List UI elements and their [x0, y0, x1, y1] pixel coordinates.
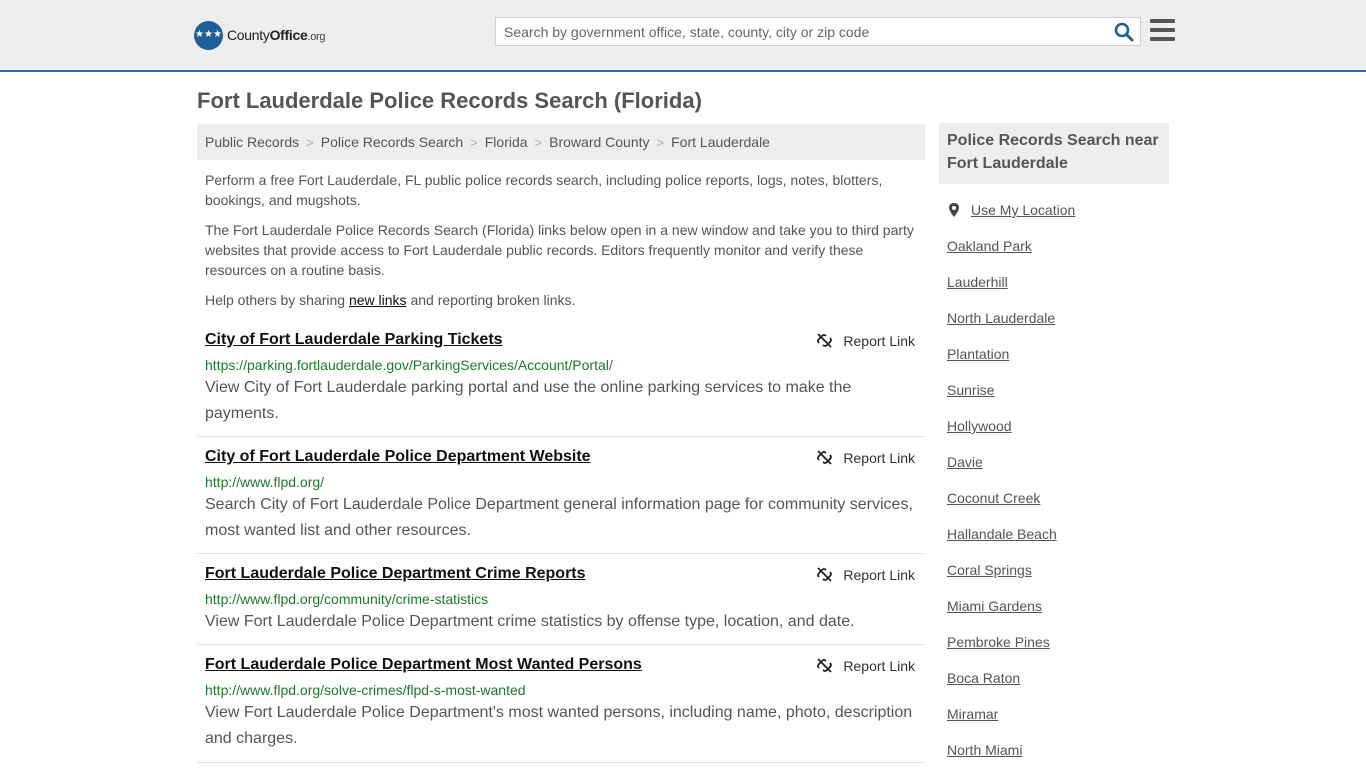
report-link-button[interactable]: Report Link [816, 332, 915, 349]
result-title-link[interactable]: Fort Lauderdale Police Department Crime … [205, 565, 586, 583]
sidebar-city-link[interactable]: North Lauderdale [947, 310, 1055, 326]
report-link-label: Report Link [843, 332, 915, 349]
result-description: View City of Fort Lauderdale parking por… [205, 379, 852, 422]
sidebar-city-link[interactable]: Lauderhill [947, 274, 1008, 290]
breadcrumb: Public Records > Police Records Search >… [197, 124, 925, 160]
report-link-button[interactable]: Report Link [816, 566, 915, 583]
breadcrumb-separator: > [534, 134, 543, 150]
broken-link-icon [817, 658, 833, 673]
sidebar-city-link[interactable]: Hollywood [947, 418, 1012, 434]
sidebar-city-link[interactable]: Plantation [947, 346, 1009, 362]
sidebar-city-link[interactable]: Oakland Park [947, 238, 1032, 254]
breadcrumb-police-records-search[interactable]: Police Records Search [321, 134, 463, 150]
site-logo[interactable]: ★★★ CountyOffice.org [194, 20, 326, 50]
hamburger-menu-icon[interactable] [1150, 19, 1175, 41]
report-link-button[interactable]: Report Link [816, 657, 915, 674]
result-item: City of Fort Lauderdale Police Departmen… [197, 447, 925, 554]
search-icon[interactable] [1114, 22, 1134, 42]
broken-link-icon [817, 567, 833, 582]
sidebar-city-link[interactable]: Pembroke Pines [947, 634, 1050, 650]
report-link-button[interactable]: Report Link [816, 449, 915, 466]
result-description: Search City of Fort Lauderdale Police De… [205, 496, 913, 539]
search-input[interactable] [496, 18, 1096, 45]
disclaimer-paragraph: The Fort Lauderdale Police Records Searc… [205, 222, 914, 278]
breadcrumb-separator: > [470, 134, 478, 150]
sidebar-city-link[interactable]: Hallandale Beach [947, 526, 1057, 542]
report-link-label: Report Link [843, 449, 915, 466]
sidebar-city-link[interactable]: Coral Springs [947, 562, 1032, 578]
breadcrumb-fort-lauderdale[interactable]: Fort Lauderdale [671, 134, 770, 150]
share-text-end: and reporting broken links. [406, 292, 576, 308]
sidebar-city-link[interactable]: North Miami [947, 742, 1022, 758]
result-item: Fort Lauderdale Police Department Crime … [197, 564, 925, 645]
sidebar-city-link[interactable]: Miami Gardens [947, 598, 1042, 614]
sidebar-city-link[interactable]: Sunrise [947, 382, 994, 398]
new-links-link[interactable]: new links [349, 292, 407, 308]
sidebar-city-link[interactable]: Miramar [947, 706, 998, 722]
breadcrumb-separator: > [306, 134, 314, 150]
result-description: View Fort Lauderdale Police Department c… [205, 613, 855, 630]
share-text: Help others by sharing [205, 292, 349, 308]
report-link-label: Report Link [843, 566, 915, 583]
intro-paragraph: Perform a free Fort Lauderdale, FL publi… [205, 172, 883, 208]
breadcrumb-broward-county[interactable]: Broward County [549, 134, 649, 150]
broken-link-icon [817, 333, 833, 348]
result-url: http://www.flpd.org/community/crime-stat… [205, 591, 489, 607]
result-url: https://parking.fortlauderdale.gov/Parki… [205, 357, 613, 373]
breadcrumb-separator: > [656, 134, 665, 150]
result-title-link[interactable]: City of Fort Lauderdale Parking Tickets [205, 331, 503, 349]
sidebar-city-link[interactable]: Boca Raton [947, 670, 1020, 686]
share-paragraph: Help others by sharing new links and rep… [205, 290, 920, 310]
site-header: ★★★ CountyOffice.org [0, 0, 1366, 72]
result-description: View Fort Lauderdale Police Department's… [205, 704, 913, 747]
sidebar-city-link[interactable]: Davie [947, 454, 983, 470]
location-pin-icon [949, 203, 959, 217]
report-link-label: Report Link [843, 657, 915, 674]
result-url: http://www.flpd.org/solve-crimes/flpd-s-… [205, 682, 526, 698]
use-my-location-link[interactable]: Use My Location [971, 202, 1075, 218]
breadcrumb-public-records[interactable]: Public Records [205, 134, 299, 150]
broken-link-icon [817, 450, 833, 465]
sidebar-heading: Police Records Search near Fort Lauderda… [939, 123, 1169, 184]
result-item: Fort Lauderdale Police Department Most W… [197, 655, 925, 763]
logo-text: CountyOffice.org [227, 27, 326, 43]
page-title: Fort Lauderdale Police Records Search (F… [197, 88, 702, 113]
sidebar-city-link[interactable]: Coconut Creek [947, 490, 1040, 506]
use-location-row: Use My Location [947, 202, 1075, 218]
result-title-link[interactable]: Fort Lauderdale Police Department Most W… [205, 656, 642, 674]
result-title-link[interactable]: City of Fort Lauderdale Police Departmen… [205, 448, 591, 466]
seal-icon: ★★★ [194, 20, 223, 50]
result-item: City of Fort Lauderdale Parking Tickets … [197, 330, 925, 437]
breadcrumb-florida[interactable]: Florida [485, 134, 528, 150]
result-url: http://www.flpd.org/ [205, 474, 325, 490]
search-box [495, 17, 1141, 46]
